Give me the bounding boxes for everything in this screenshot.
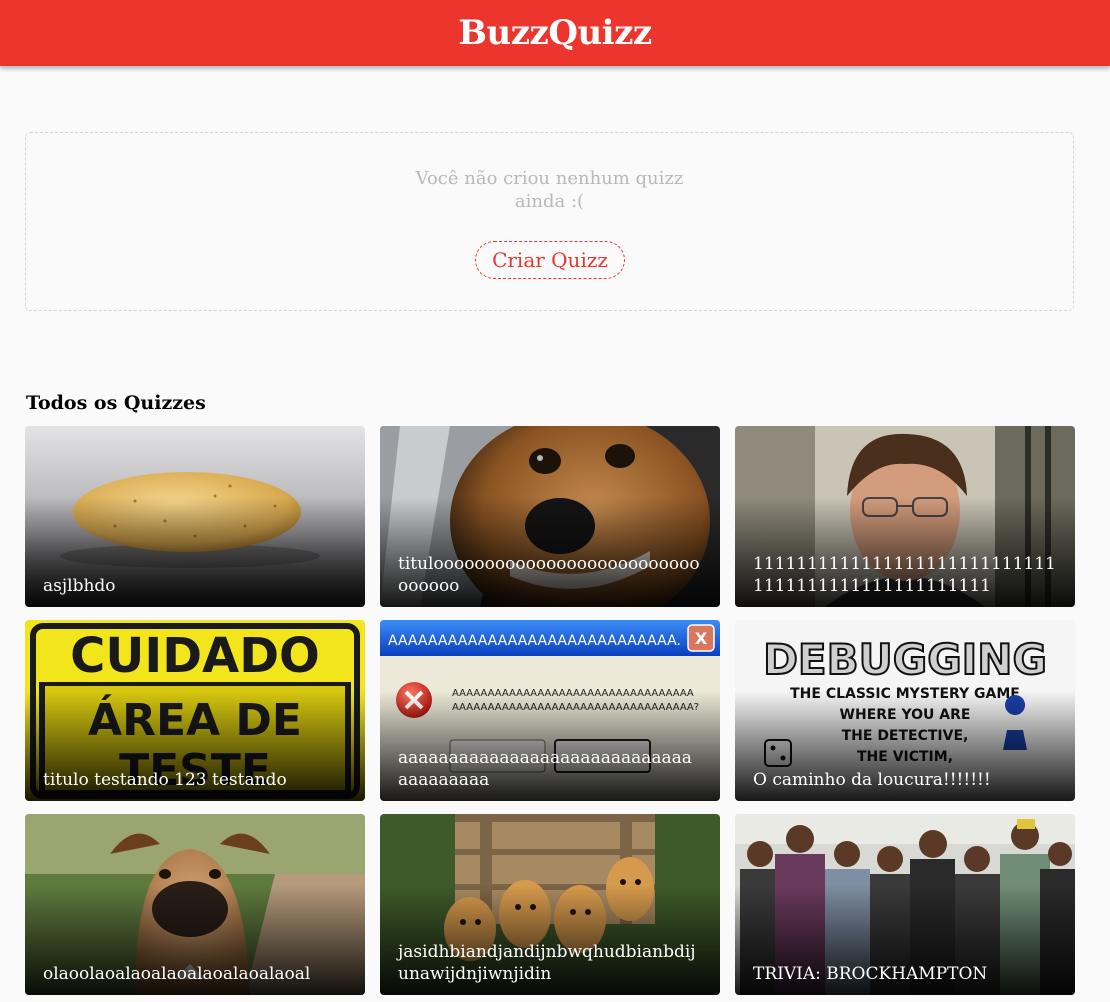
quiz-card-title: TRIVIA: BROCKHAMPTON (753, 964, 988, 984)
quiz-card[interactable]: AAAAAAAAAAAAAAAAAAAAAAAAAAAAA. X AAAAAAA… (380, 620, 720, 801)
quiz-card[interactable]: jasidhbiandjandijnbwqhudbianbdijunawijdn… (380, 814, 720, 995)
quiz-card-title: olaoolaoalaoalaoalaoalaoalaoal (43, 964, 311, 984)
dialog-title-text: AAAAAAAAAAAAAAAAAAAAAAAAAAAAA. (388, 633, 681, 649)
quiz-card[interactable]: 1111111111111111111111111111111111111111… (735, 426, 1075, 607)
all-quizzes-title: Todos os Quizzes (26, 392, 206, 414)
quiz-card-title: aaaaaaaaaaaaaaaaaaaaaaaaaaaaaaaaaaaaaa (398, 748, 692, 790)
quiz-card-title: asjlbhdo (43, 576, 116, 596)
quiz-card-title: titulo testando 123 testando (43, 770, 287, 790)
quiz-card[interactable]: tituloooooooooooooooooooooooooooooooo (380, 426, 720, 607)
empty-state-message: Você não criou nenhum quizz ainda :( (26, 167, 1073, 213)
my-quizzes-empty-state: Você não criou nenhum quizz ainda :( Cri… (25, 132, 1074, 311)
quiz-card[interactable]: asjlbhdo (25, 426, 365, 607)
quiz-card-title: 1111111111111111111111111111111111111111… (753, 554, 1056, 596)
quiz-card-title: O caminho da loucura!!!!!!! (753, 770, 991, 790)
close-icon: X (695, 629, 708, 648)
quiz-card[interactable]: CUIDADO ÁREA DE TESTE titulo testando 12… (25, 620, 365, 801)
quiz-grid: asjlbhdo tituloooooooooooooooooooooooooo… (25, 426, 1075, 995)
quiz-card-title: jasidhbiandjandijnbwqhudbianbdijunawijdn… (398, 942, 696, 984)
quiz-card[interactable]: DEBUGGING THE CLASSIC MYSTERY GAME WHERE… (735, 620, 1075, 801)
quiz-card-title: tituloooooooooooooooooooooooooooooooo (398, 554, 700, 596)
top-header: BuzzQuizz (0, 0, 1110, 66)
app-title: BuzzQuizz (458, 13, 652, 53)
quiz-card[interactable]: TRIVIA: BROCKHAMPTON (735, 814, 1075, 995)
caution-word: CUIDADO (70, 628, 320, 684)
empty-message-line-2: ainda :( (514, 191, 585, 212)
quiz-card[interactable]: olaoolaoalaoalaoalaoalaoalaoal (25, 814, 365, 995)
create-quiz-button[interactable]: Criar Quizz (475, 241, 625, 279)
empty-message-line-1: Você não criou nenhum quizz (415, 168, 684, 189)
debugging-word: DEBUGGING (763, 635, 1047, 684)
